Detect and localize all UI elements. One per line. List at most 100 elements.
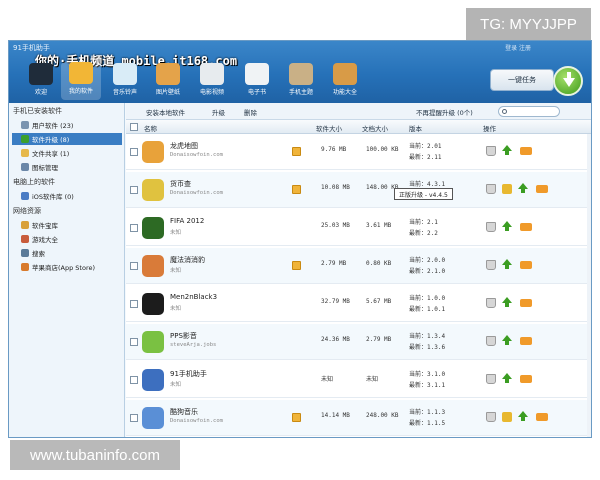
app-author: 未知 [170,230,182,236]
row-checkbox[interactable] [130,186,138,194]
official-upgrade-icon[interactable] [502,184,512,194]
move-icon[interactable] [520,147,532,155]
toolbar-button-3[interactable]: 图片壁纸 [148,63,188,96]
document-size: 未知 [366,376,379,383]
upgrade-arrow-icon[interactable] [518,183,528,193]
action-bar: 安装本地软件 升级 删除 不再提醒升级 (0个) [126,103,591,120]
trash-icon[interactable] [486,260,496,270]
upgrade-arrow-icon[interactable] [502,335,512,345]
version-current-number: 1.3.4 [427,333,446,340]
table-row[interactable]: 魔法消消豹 未知 2.79 MB 0.80 KB 当前：2.0.0 最新：2.1.0 [126,248,591,284]
trash-icon[interactable] [486,146,496,156]
trash-icon[interactable] [486,184,496,194]
table-row[interactable]: PPS影音 steveArja.jobs 24.36 MB 2.79 MB 当前：1.3… [126,324,591,360]
upgrade-arrow-icon[interactable] [502,259,512,269]
version-current: 当前：1.1.3 [409,407,445,416]
version-latest: 最新：2.11 [409,152,441,161]
move-icon[interactable] [520,299,532,307]
note-icon[interactable] [292,413,301,422]
upgrade-arrow-icon[interactable] [518,411,528,421]
sidebar: 手机已安装软件 用户软件 (23) 软件升级 (8) 文件共享 (1) 图标管理 电脑上的… [9,103,125,437]
document-size: 0.80 KB [366,260,392,267]
upgrade-button[interactable]: 升级 [212,107,225,117]
version-latest-prefix: 最新： [409,344,428,351]
select-all-checkbox[interactable] [130,123,138,131]
table-row[interactable]: Men2nBlack3 未知 32.79 MB 5.67 MB 当前：1.0.0 最新：1… [126,286,591,322]
version-latest-number: 1.1.5 [427,420,446,427]
search-input[interactable] [498,106,560,117]
sidebar-item[interactable]: 游戏大全 [21,233,121,245]
app-author: 未知 [170,382,182,388]
toolbar-button-1[interactable]: 我的软件 [61,62,101,100]
sidebar-item[interactable]: 搜索 [21,247,121,259]
install-local-button[interactable]: 安装本地软件 [146,107,185,117]
user-apps-icon [21,121,29,129]
trash-icon[interactable] [486,374,496,384]
column-software-size[interactable]: 软件大小 [316,123,342,133]
version-current-number: 3.1.0 [427,371,446,378]
toolbar-button-2[interactable]: 音乐铃声 [105,63,145,96]
toolbar-button-0[interactable]: 欢迎 [21,63,61,96]
software-size: 10.08 MB [321,184,350,191]
row-checkbox[interactable] [130,300,138,308]
row-checkbox[interactable] [130,262,138,270]
sidebar-item-label: 苹果商店(App Store) [32,264,96,272]
table-header: 名称 软件大小 文档大小 版本 操作 [126,120,591,134]
sidebar-item-label: 软件宝库 [32,222,58,230]
version-latest-prefix: 最新： [409,306,428,313]
toolbar-label: 功能大全 [332,89,357,96]
note-icon[interactable] [292,185,301,194]
scrollbar[interactable] [587,134,591,437]
row-checkbox[interactable] [130,414,138,422]
row-checkbox[interactable] [130,148,138,156]
row-checkbox[interactable] [130,338,138,346]
move-icon[interactable] [520,375,532,383]
upgrade-arrow-icon[interactable] [502,297,512,307]
column-actions: 操作 [483,125,496,133]
trash-icon[interactable] [486,298,496,308]
upgrade-arrow-icon[interactable] [502,373,512,383]
column-version[interactable]: 版本 [409,123,422,133]
move-icon[interactable] [520,261,532,269]
ignore-upgrade-link[interactable]: 不再提醒升级 (0个) [416,107,473,117]
toolbar-button-7[interactable]: 功能大全 [325,63,365,96]
toolbar-button-5[interactable]: 电子书 [237,63,277,96]
toolbar-label: 手机主题 [288,89,313,96]
note-icon[interactable] [292,261,301,270]
toolbar-button-4[interactable]: 电影视频 [192,63,232,96]
note-icon[interactable] [292,147,301,156]
row-checkbox[interactable] [130,224,138,232]
move-icon[interactable] [520,337,532,345]
sidebar-item[interactable]: 文件共享 (1) [21,147,121,159]
table-row[interactable]: 货币查 Donaisowfoin.com 10.08 MB 148.00 KB 当前：4… [126,172,591,208]
official-upgrade-icon[interactable] [502,412,512,422]
column-document-size[interactable]: 文档大小 [362,123,388,133]
table-row[interactable]: FIFA 2012 未知 25.03 MB 3.61 MB 当前：2.1 最新：2.2 [126,210,591,246]
download-arrow-icon[interactable] [553,66,583,96]
sidebar-item[interactable]: 软件宝库 [21,219,121,231]
sidebar-item[interactable]: 用户软件 (23) [21,119,121,131]
table-row[interactable]: 龙虎地图 Donaisowfoin.com 9.76 MB 100.00 KB 当前：2… [126,134,591,170]
login-register-links[interactable]: 登录 注册 [505,43,531,52]
sidebar-item[interactable]: 软件升级 (8) [12,133,122,145]
trash-icon[interactable] [486,336,496,346]
sidebar-item[interactable]: 苹果商店(App Store) [21,261,121,273]
move-icon[interactable] [536,185,548,193]
sidebar-item[interactable]: 图标管理 [21,161,121,173]
trash-icon[interactable] [486,222,496,232]
column-name[interactable]: 名称 [144,123,157,133]
app-name: 龙虎地图 [170,142,198,150]
upgrade-arrow-icon[interactable] [502,145,512,155]
app-icon [142,331,164,353]
trash-icon[interactable] [486,412,496,422]
move-icon[interactable] [536,413,548,421]
toolbar-button-6[interactable]: 手机主题 [281,63,321,96]
upgrade-arrow-icon[interactable] [502,221,512,231]
table-row[interactable]: 91手机助手 未知 未知 未知 当前：3.1.0 最新：3.1.1 [126,362,591,398]
sidebar-item[interactable]: iOS软件库 (0) [21,190,121,202]
one-click-task-button[interactable]: 一键任务 [490,69,554,91]
table-row[interactable]: 酷狗音乐 Donaisowfoin.com 14.14 MB 248.00 KB 当前：… [126,400,591,436]
move-icon[interactable] [520,223,532,231]
delete-button[interactable]: 删除 [244,107,257,117]
row-checkbox[interactable] [130,376,138,384]
